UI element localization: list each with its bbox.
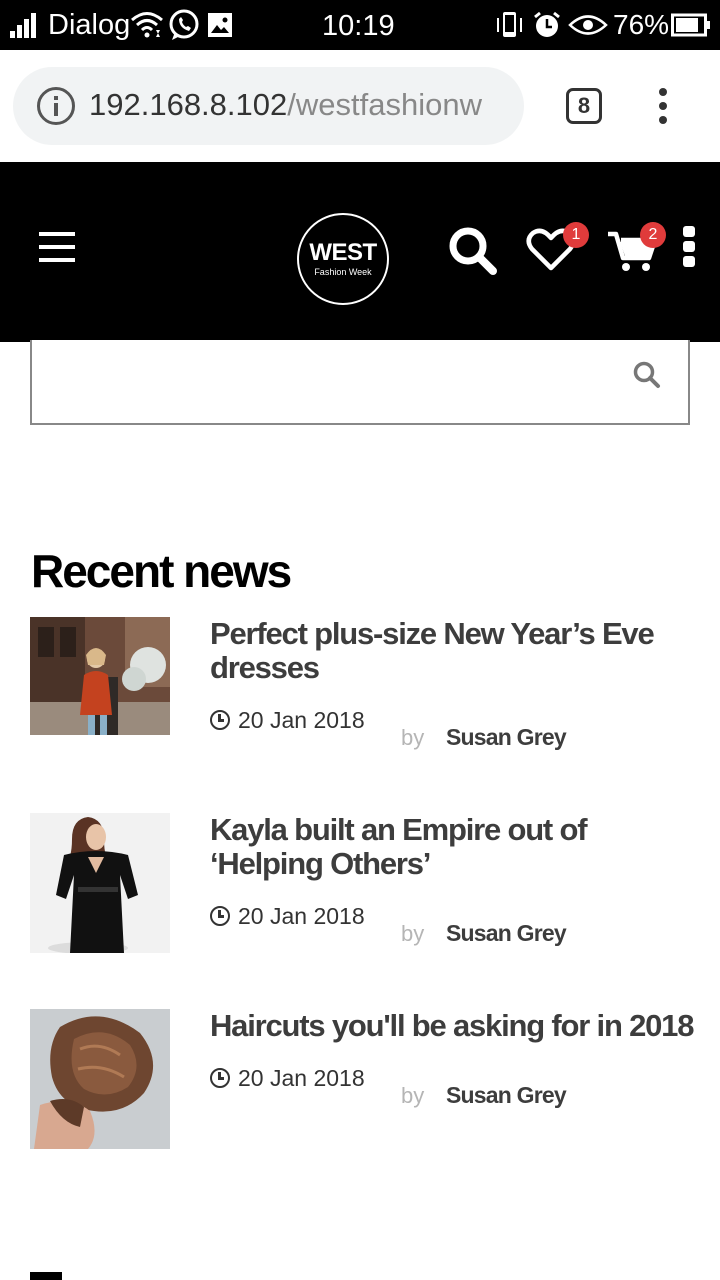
news-by-label: by: [401, 725, 425, 750]
battery-icon: [671, 13, 710, 37]
alarm-icon: [534, 11, 560, 37]
cart-count-badge: 2: [640, 222, 666, 248]
recent-news-heading: Recent news: [31, 545, 292, 597]
wifi-icon: [131, 12, 163, 38]
news-author-link[interactable]: Susan Grey: [446, 920, 567, 947]
logo-sub-text: Fashion Week: [314, 267, 372, 277]
next-section-heading-edge: [30, 1272, 62, 1280]
news-date-text: 20 Jan 2018: [238, 707, 365, 733]
wishlist-count-badge: 1: [563, 222, 589, 248]
search-submit-icon[interactable]: [632, 360, 662, 390]
news-author-link[interactable]: Susan Grey: [446, 1082, 567, 1109]
news-by-label: by: [401, 1083, 425, 1108]
clock-icon: [210, 1068, 230, 1088]
info-icon[interactable]: [37, 87, 75, 125]
eye-icon: [568, 15, 608, 35]
site-search-box: [30, 340, 690, 425]
signal-icon: [10, 12, 44, 38]
clock-icon: [210, 710, 230, 730]
clock-time: 10:19: [322, 10, 395, 42]
logo-main-text: WEST: [309, 239, 377, 266]
news-date: 20 Jan 2018: [210, 707, 365, 734]
image-icon: [208, 13, 232, 37]
site-logo[interactable]: WEST Fashion Week: [297, 213, 389, 305]
news-date: 20 Jan 2018: [210, 903, 365, 930]
news-title-link[interactable]: Kayla built an Empire out of ‘Helping Ot…: [210, 813, 700, 881]
tab-switcher-button[interactable]: 8: [566, 88, 602, 124]
news-title-link[interactable]: Perfect plus-size New Year’s Eve dresses: [210, 617, 700, 685]
url-text[interactable]: 192.168.8.102/westfashionw: [89, 87, 482, 123]
url-host: 192.168.8.102: [89, 87, 288, 122]
news-thumbnail[interactable]: [30, 1009, 170, 1149]
address-bar[interactable]: 192.168.8.102/westfashionw: [13, 67, 524, 145]
battery-percent: 76%: [613, 9, 670, 40]
news-thumbnail[interactable]: [30, 813, 170, 953]
news-thumbnail[interactable]: [30, 617, 170, 735]
site-header: WEST Fashion Week 1 2: [0, 162, 720, 342]
hamburger-menu-icon[interactable]: [39, 232, 75, 264]
more-options-icon[interactable]: [683, 226, 695, 268]
whatsapp-icon: [169, 9, 199, 40]
search-input[interactable]: [42, 350, 612, 412]
carrier-name: Dialog: [48, 9, 131, 41]
news-item: Perfect plus-size New Year’s Eve dresses…: [0, 617, 720, 777]
news-item: Haircuts you'll be asking for in 2018 20…: [0, 1009, 720, 1169]
news-title-link[interactable]: Haircuts you'll be asking for in 2018: [210, 1009, 700, 1043]
search-icon[interactable]: [446, 224, 498, 276]
news-date-text: 20 Jan 2018: [238, 1065, 365, 1091]
vibrate-icon: [497, 12, 522, 37]
browser-menu-icon[interactable]: [657, 88, 669, 124]
news-author-link[interactable]: Susan Grey: [446, 724, 567, 751]
status-bar: Dialog 10:19 76%: [0, 0, 720, 50]
news-date: 20 Jan 2018: [210, 1065, 365, 1092]
url-path: /westfashionw: [287, 87, 482, 122]
clock-icon: [210, 906, 230, 926]
news-by-label: by: [401, 921, 425, 946]
news-item: Kayla built an Empire out of ‘Helping Ot…: [0, 813, 720, 973]
browser-toolbar: 192.168.8.102/westfashionw 8: [0, 50, 720, 162]
news-date-text: 20 Jan 2018: [238, 903, 365, 929]
